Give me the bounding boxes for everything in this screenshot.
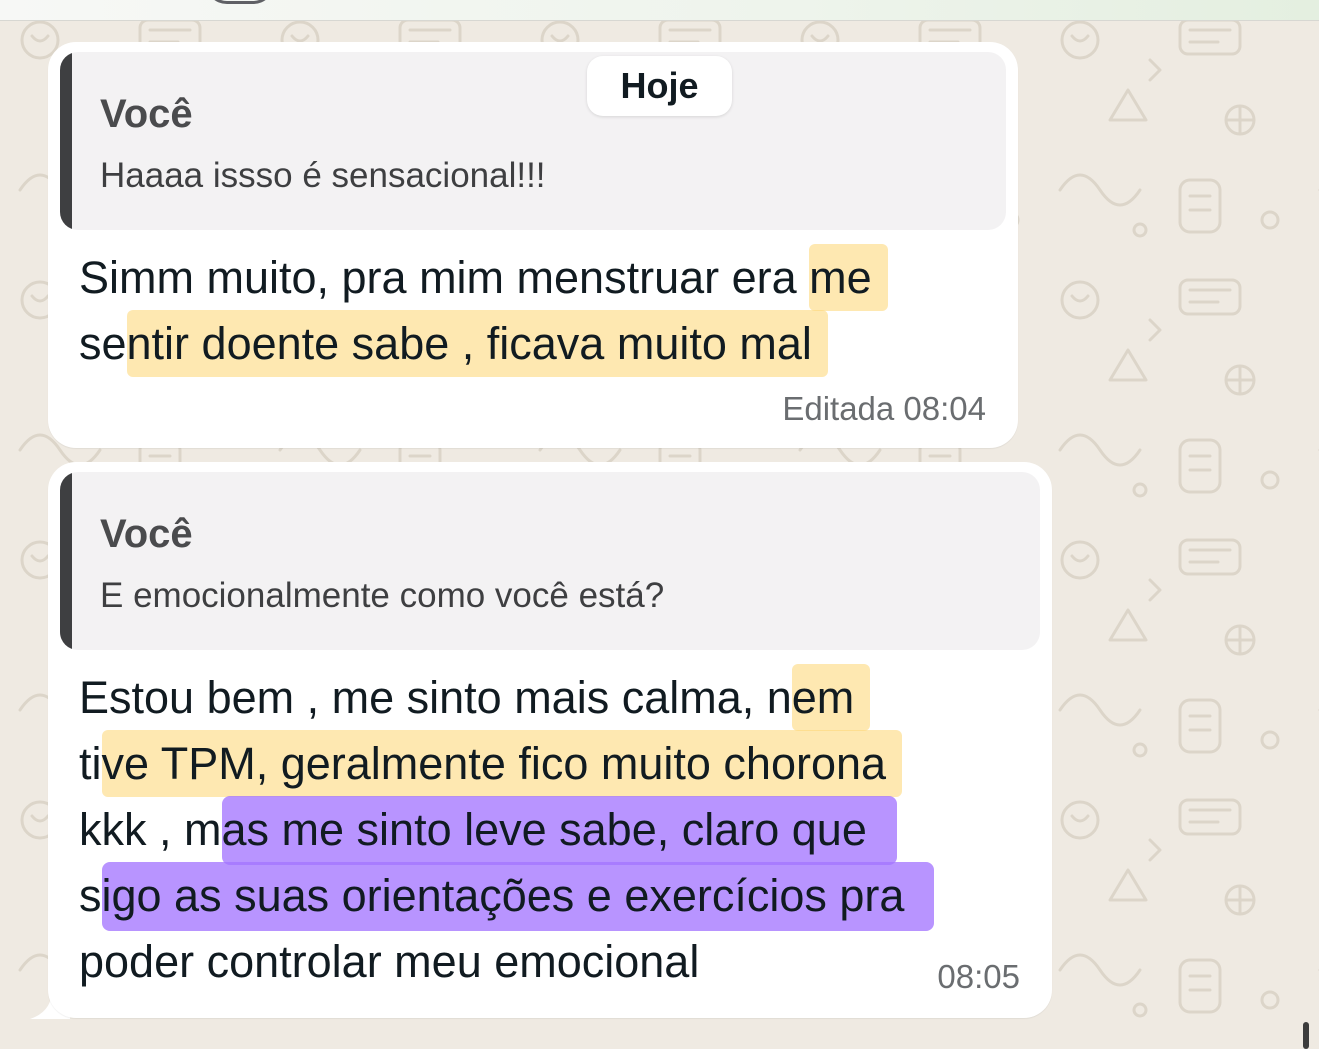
quoted-message[interactable]: Você E emocionalmente como você está?	[60, 472, 1040, 650]
quote-text: E emocionalmente como você está?	[100, 576, 665, 615]
message-line: tive TPM, geralmente fico muito chorona	[79, 730, 934, 797]
highlight-purple: as me sinto leve sabe, claro que	[221, 796, 897, 865]
message-line: kkk , mas me sinto leve sabe, claro que	[79, 796, 934, 865]
message-timestamp: Editada 08:04	[782, 390, 986, 427]
message-line: poder controlar meu emocional	[79, 936, 700, 987]
message-line: Simm muito, pra mim menstruar era me	[79, 244, 888, 311]
message-line: sigo as suas orientações e exercícios pr…	[79, 862, 935, 931]
message-line: sentir doente sabe , ficava muito mal	[79, 310, 888, 377]
highlight-purple: igo as suas orientações e exercícios pra	[101, 862, 935, 931]
highlight-yellow: me	[809, 244, 888, 311]
message-text: Estou bem , me sinto mais calma, nem tiv…	[79, 664, 935, 995]
message-line: Estou bem , me sinto mais calma, nem	[79, 664, 934, 731]
message-timestamp: 08:05	[937, 958, 1020, 995]
top-bar-edge	[0, 0, 1319, 21]
highlight-yellow: ve TPM, geralmente fico muito chorona	[101, 730, 903, 797]
quote-author: Você	[100, 512, 193, 556]
avatar[interactable]	[205, 0, 275, 4]
scrollbar-thumb[interactable]	[1303, 1022, 1309, 1049]
quote-bar	[60, 52, 72, 230]
message-text: Simm muito, pra mim menstruar era me sen…	[79, 244, 888, 377]
highlight-yellow: ntir doente sabe , ficava muito mal	[126, 310, 828, 377]
quote-text: Haaaa issso é sensacional!!!	[100, 156, 546, 195]
date-separator: Hoje	[587, 56, 732, 116]
quoted-message[interactable]: Você Haaaa issso é sensacional!!!	[60, 52, 1006, 230]
quote-author: Você	[100, 92, 193, 136]
message-bubble[interactable]: Você E emocionalmente como você está? Es…	[48, 462, 1052, 1018]
message-bubble[interactable]: Você Haaaa issso é sensacional!!! Simm m…	[48, 42, 1018, 448]
quote-bar	[60, 472, 72, 650]
highlight-yellow: em	[791, 664, 871, 731]
